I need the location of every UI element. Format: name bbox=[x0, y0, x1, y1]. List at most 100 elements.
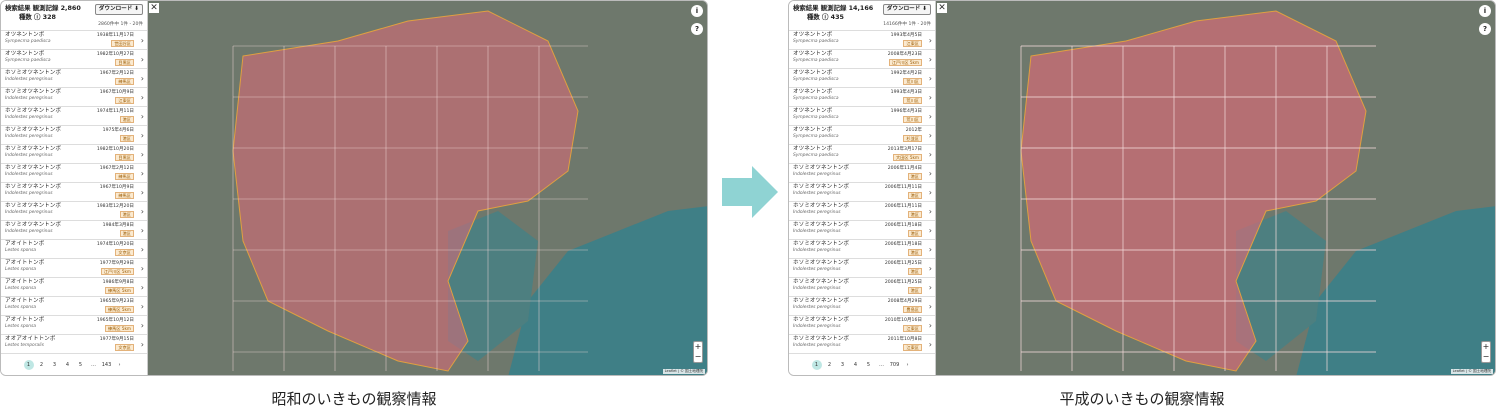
zoom-out-button[interactable]: − bbox=[694, 352, 702, 362]
list-item[interactable]: ホソミオツネントンボ Indolestes peregrinus 1967年2月12… bbox=[1, 69, 147, 88]
page-link[interactable]: 5 bbox=[76, 360, 86, 370]
list-item[interactable]: オツネントンボ Sympecma paedisca 1993年4月3日 荒川区 › bbox=[789, 88, 935, 107]
observation-date: 1982年10月20日 bbox=[96, 147, 134, 152]
page-link[interactable]: 143 bbox=[102, 360, 112, 370]
close-panel-button[interactable]: ✕ bbox=[149, 3, 159, 13]
ward-badge: 港区 bbox=[907, 211, 922, 218]
page-link[interactable]: 709 bbox=[890, 360, 900, 370]
chevron-right-icon: › bbox=[140, 245, 144, 254]
map-canvas[interactable] bbox=[148, 1, 707, 375]
map-attribution[interactable]: Leaflet | © 国土地理院 bbox=[662, 369, 705, 374]
zoom-in-button[interactable]: + bbox=[1482, 342, 1490, 352]
list-item[interactable]: アオイトトンボ Lestes sponsa 1977年9月29日 江戸川区 5km › bbox=[1, 259, 147, 278]
list-item[interactable]: ホソミオツネントンボ Indolestes peregrinus 2006年11月2… bbox=[789, 259, 935, 278]
list-item[interactable]: ホソミオツネントンボ Indolestes peregrinus 1983年12月2… bbox=[1, 202, 147, 221]
list-item[interactable]: アオイトトンボ Lestes sponsa 1986年9月8日 練馬区 5km › bbox=[1, 278, 147, 297]
chevron-right-icon: › bbox=[928, 93, 932, 102]
help-icon[interactable]: ? bbox=[1479, 23, 1491, 35]
observation-date: 1974年11月11日 bbox=[96, 109, 134, 114]
observation-date: 1977年9月29日 bbox=[99, 261, 134, 266]
page-link[interactable]: 4 bbox=[851, 360, 861, 370]
page-link[interactable]: › bbox=[115, 360, 125, 370]
list-item[interactable]: ホソミオツネントンボ Indolestes peregrinus 2006年11月1… bbox=[789, 221, 935, 240]
list-item[interactable]: オオアオイトトンボ Lestes temporalis 1977年9月15日 文京区 › bbox=[1, 335, 147, 353]
page-link[interactable]: 5 bbox=[864, 360, 874, 370]
observation-date: 1983年12月20日 bbox=[96, 204, 134, 209]
list-item[interactable]: オツネントンボ Sympecma paedisca 1996年4月3日 荒川区 › bbox=[789, 107, 935, 126]
observation-date: 1986年9月8日 bbox=[102, 280, 134, 285]
list-item[interactable]: ホソミオツネントンボ Indolestes peregrinus 1975年4月6日… bbox=[1, 126, 147, 145]
chevron-right-icon: › bbox=[140, 112, 144, 121]
list-item[interactable]: オツネントンボ Sympecma paedisca 1982年10月27日 目黒区 › bbox=[1, 50, 147, 69]
observation-date: 2013年3月17日 bbox=[887, 147, 922, 152]
results-items: オツネントンボ Sympecma paedisca 1938年11月17日 世田谷区 ›… bbox=[1, 31, 147, 353]
list-item[interactable]: オツネントンボ Sympecma paedisca 1938年11月17日 世田谷区 › bbox=[1, 31, 147, 50]
list-item[interactable]: ホソミオツネントンボ Indolestes peregrinus 1984年3月8日… bbox=[1, 221, 147, 240]
zoom-control: + − bbox=[693, 341, 703, 363]
page-link[interactable]: 3 bbox=[50, 360, 60, 370]
page-link[interactable]: 1 bbox=[23, 359, 34, 370]
chevron-right-icon: › bbox=[928, 112, 932, 121]
ward-badge: 豊島区 bbox=[903, 306, 922, 313]
page-link[interactable]: 1 bbox=[811, 359, 822, 370]
help-icon[interactable]: ? bbox=[691, 23, 703, 35]
observation-date: 1965年9月23日 bbox=[99, 299, 134, 304]
chevron-right-icon: › bbox=[928, 340, 932, 349]
page-link[interactable]: 3 bbox=[838, 360, 848, 370]
ward-badge: 練馬区 5km bbox=[104, 287, 134, 294]
map-view[interactable]: i ? + − Leaflet | © 国土地理院 bbox=[148, 1, 707, 375]
list-item[interactable]: ホソミオツネントンボ Indolestes peregrinus 1967年10月9… bbox=[1, 183, 147, 202]
list-item[interactable]: ホソミオツネントンボ Indolestes peregrinus 2006年11月1… bbox=[789, 240, 935, 259]
comparison-figure: 検索結果 観測記録 2,860 種数 ⓘ 328 ダウンロード ⬇ 2860件中… bbox=[0, 0, 1496, 410]
page-link[interactable]: 2 bbox=[37, 360, 47, 370]
ward-badge: 港区 bbox=[119, 230, 134, 237]
observation-date: 1967年10月9日 bbox=[99, 185, 134, 190]
observation-date: 1993年4月5日 bbox=[890, 33, 922, 38]
ward-badge: 杉並区 bbox=[903, 135, 922, 142]
results-list: 検索結果 観測記録 14,166 種数 ⓘ 435 ダウンロード ⬇ 14166… bbox=[789, 1, 936, 375]
zoom-in-button[interactable]: + bbox=[694, 342, 702, 352]
map-attribution[interactable]: Leaflet | © 国土地理院 bbox=[1450, 369, 1493, 374]
list-item[interactable]: オツネントンボ Sympecma paedisca 2008年4月23日 江戸川区 5… bbox=[789, 50, 935, 69]
list-item[interactable]: ホソミオツネントンボ Indolestes peregrinus 2011年10月8… bbox=[789, 335, 935, 353]
list-item[interactable]: ホソミオツネントンボ Indolestes peregrinus 2006年11月1… bbox=[789, 183, 935, 202]
observation-date: 2006年11月18日 bbox=[884, 242, 922, 247]
zoom-out-button[interactable]: − bbox=[1482, 352, 1490, 362]
chevron-right-icon: › bbox=[140, 321, 144, 330]
results-items: オツネントンボ Sympecma paedisca 1993年4月5日 江東区 › オツネ… bbox=[789, 31, 935, 353]
list-item[interactable]: オツネントンボ Sympecma paedisca 1993年4月5日 江東区 › bbox=[789, 31, 935, 50]
list-item[interactable]: オツネントンボ Sympecma paedisca 1992年4月2日 荒川区 › bbox=[789, 69, 935, 88]
map-view[interactable]: i ? + − Leaflet | © 国土地理院 bbox=[936, 1, 1495, 375]
observation-date: 2010年10月16日 bbox=[884, 318, 922, 323]
page-link[interactable]: … bbox=[877, 360, 887, 370]
map-canvas[interactable] bbox=[936, 1, 1495, 375]
list-item[interactable]: ホソミオツネントンボ Indolestes peregrinus 1967年10月9… bbox=[1, 88, 147, 107]
list-item[interactable]: ホソミオツネントンボ Indolestes peregrinus 1982年10月2… bbox=[1, 145, 147, 164]
left-screenshot: 検索結果 観測記録 2,860 種数 ⓘ 328 ダウンロード ⬇ 2860件中… bbox=[0, 0, 708, 376]
close-panel-button[interactable]: ✕ bbox=[937, 3, 947, 13]
list-item[interactable]: ホソミオツネントンボ Indolestes peregrinus 1967年2月12… bbox=[1, 164, 147, 183]
page-link[interactable]: › bbox=[903, 360, 913, 370]
list-item[interactable]: オツネントンボ Sympecma paedisca 2013年3月17日 大田区 5k… bbox=[789, 145, 935, 164]
left-caption: 昭和のいきもの観察情報 bbox=[271, 390, 437, 408]
info-icon[interactable]: i bbox=[691, 5, 703, 17]
list-item[interactable]: アオイトトンボ Lestes sponsa 1965年10月12日 練馬区 5km › bbox=[1, 316, 147, 335]
download-button[interactable]: ダウンロード ⬇ bbox=[882, 4, 931, 15]
page-link[interactable]: … bbox=[89, 360, 99, 370]
list-item[interactable]: アオイトトンボ Lestes sponsa 1974年10月20日 文京区 › bbox=[1, 240, 147, 259]
list-item[interactable]: ホソミオツネントンボ Indolestes peregrinus 2006年11月1… bbox=[789, 202, 935, 221]
download-button[interactable]: ダウンロード ⬇ bbox=[94, 4, 143, 15]
page-link[interactable]: 2 bbox=[825, 360, 835, 370]
results-header: 検索結果 観測記録 2,860 種数 ⓘ 328 ダウンロード ⬇ 2860件中… bbox=[1, 1, 147, 31]
page-link[interactable]: 4 bbox=[63, 360, 73, 370]
list-item[interactable]: オツネントンボ Sympecma paedisca 2012年 杉並区 › bbox=[789, 126, 935, 145]
list-item[interactable]: ホソミオツネントンボ Indolestes peregrinus 2006年11月2… bbox=[789, 278, 935, 297]
observation-date: 2006年11月11日 bbox=[884, 204, 922, 209]
list-item[interactable]: アオイトトンボ Lestes sponsa 1965年9月23日 練馬区 5km › bbox=[1, 297, 147, 316]
list-item[interactable]: ホソミオツネントンボ Indolestes peregrinus 2006年11月4… bbox=[789, 164, 935, 183]
list-item[interactable]: ホソミオツネントンボ Indolestes peregrinus 2010年10月1… bbox=[789, 316, 935, 335]
info-icon[interactable]: i bbox=[1479, 5, 1491, 17]
ward-badge: 港区 bbox=[907, 192, 922, 199]
list-item[interactable]: ホソミオツネントンボ Indolestes peregrinus 2008年4月29… bbox=[789, 297, 935, 316]
list-item[interactable]: ホソミオツネントンボ Indolestes peregrinus 1974年11月1… bbox=[1, 107, 147, 126]
